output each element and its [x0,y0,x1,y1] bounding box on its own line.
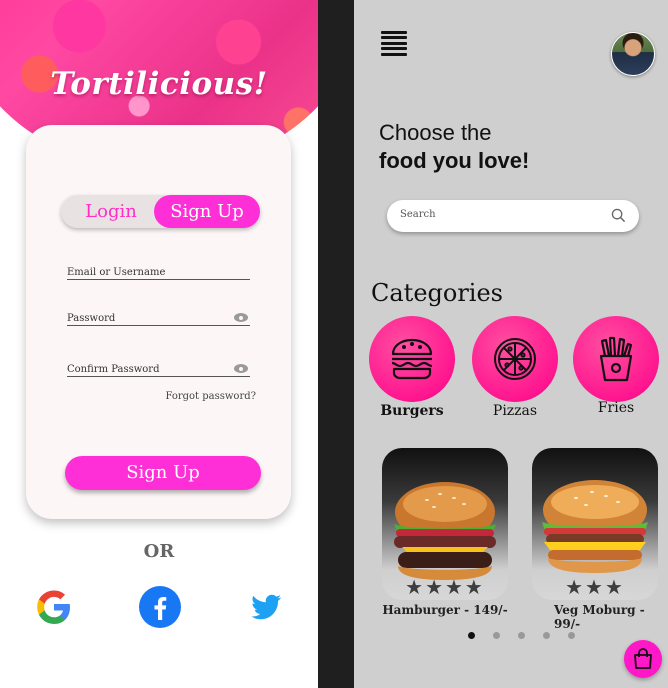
heading-line-1: Choose the [379,120,492,145]
food-home-screen: Choose the food you love! Search Categor… [354,0,668,688]
rating-stars: ★★★★ [405,575,485,599]
twitter-icon[interactable] [248,586,284,628]
password-field[interactable]: Password [67,313,250,326]
rating-stars: ★★★ [565,575,625,599]
burger-icon [391,338,433,380]
app-title: Tortilicious! [50,66,268,102]
eye-icon[interactable] [234,313,248,322]
shopping-bag-icon [634,648,652,669]
screen-divider [318,0,354,688]
auth-tab-toggle: Login Sign Up [61,195,260,228]
tab-signup[interactable]: Sign Up [154,195,260,228]
burger-photo [542,480,648,573]
heading-line-2: food you love! [379,148,530,173]
item-label-veg-moburg: Veg Moburg - 99/- [554,603,645,631]
forgot-password-link[interactable]: Forgot password? [165,391,256,402]
facebook-icon[interactable] [139,586,181,628]
email-field[interactable]: Email or Username [67,267,250,280]
pizza-icon [494,338,536,380]
signup-button[interactable]: Sign Up [65,456,261,490]
confirm-password-label: Confirm Password [67,364,160,375]
food-card-veg-moburg[interactable]: ★★★ [532,448,658,600]
search-icon[interactable] [611,208,626,223]
carousel-dot[interactable] [468,632,475,639]
category-fries[interactable] [573,316,659,402]
avatar[interactable] [611,32,655,76]
category-label-fries: Fries [597,400,635,416]
carousel-dot[interactable] [518,632,525,639]
food-card-hamburger[interactable]: ★★★★ [382,448,508,600]
carousel-dot[interactable] [543,632,550,639]
email-field-label: Email or Username [67,267,166,278]
hamburger-menu-icon[interactable] [381,31,407,56]
category-burgers[interactable] [369,316,455,402]
google-icon[interactable] [34,586,74,628]
carousel-dot[interactable] [493,632,500,639]
password-field-label: Password [67,313,116,324]
item-label-hamburger: Hamburger - 149/- [382,603,508,617]
category-pizzas[interactable] [472,316,558,402]
confirm-password-field[interactable]: Confirm Password [67,364,250,377]
category-label-pizzas: Pizzas [492,403,538,419]
burger-photo [394,482,496,580]
categories-title: Categories [371,279,503,307]
carousel-dot[interactable] [568,632,575,639]
tab-login[interactable]: Login [61,195,161,228]
search-input[interactable]: Search [387,200,639,232]
auth-card: Login Sign Up Email or Username Password… [26,125,291,519]
signup-screen: Tortilicious! Login Sign Up Email or Use… [0,0,318,688]
cart-button[interactable] [624,640,662,678]
eye-icon[interactable] [234,364,248,373]
category-label-burgers: Burgers [380,403,444,419]
search-placeholder: Search [400,209,436,220]
fries-icon [599,336,633,382]
or-divider-text: OR [143,541,175,562]
